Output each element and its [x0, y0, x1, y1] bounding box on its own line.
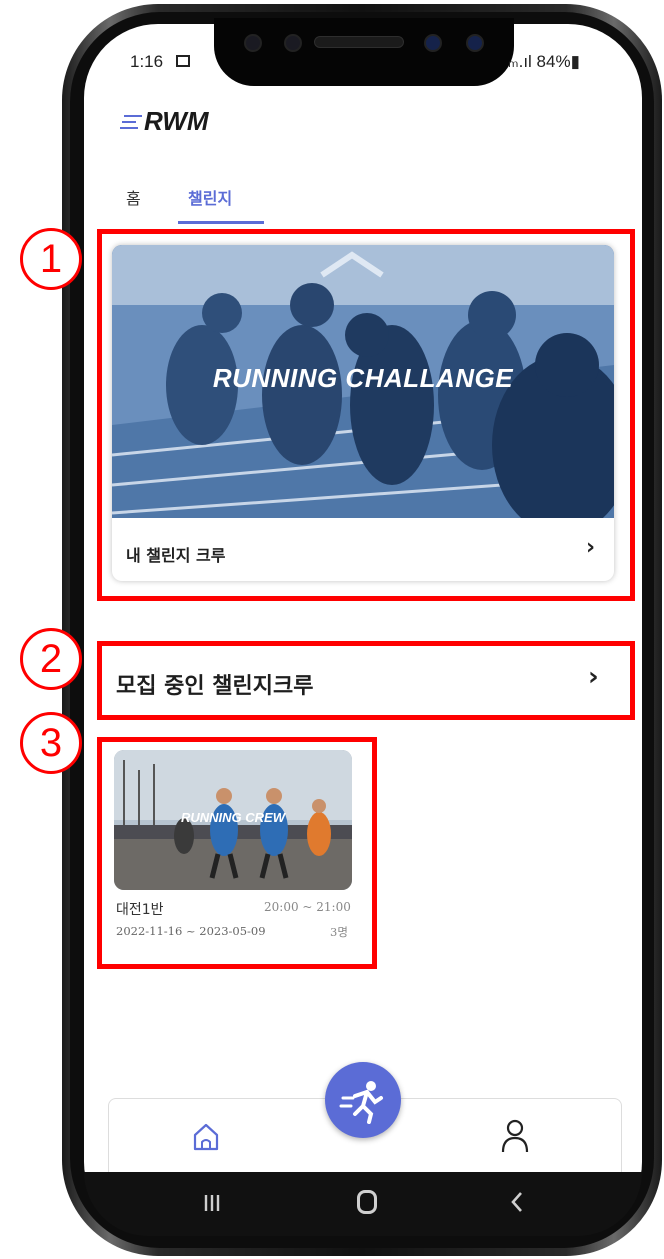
tab-challenge[interactable]: 챌린지	[188, 185, 232, 209]
annotation-number-1: 1	[20, 228, 82, 290]
start-run-button[interactable]	[325, 1062, 401, 1138]
gallery-notification-icon	[176, 55, 190, 67]
status-signal-battery: ₘ.ıl 84%▮	[508, 52, 580, 71]
system-home-icon[interactable]	[357, 1190, 377, 1214]
annotation-box-1	[97, 229, 635, 601]
phone-screen	[84, 24, 642, 1236]
sensor-icon	[424, 34, 442, 52]
logo-speed-lines-icon	[118, 111, 142, 133]
recent-apps-icon[interactable]	[204, 1194, 220, 1212]
annotation-number-2: 2	[20, 628, 82, 690]
annotation-box-3	[97, 737, 377, 969]
logo-text: RWM	[144, 106, 209, 136]
camera-icon	[244, 34, 262, 52]
speaker-grille	[314, 36, 404, 48]
annotation-box-2	[97, 641, 635, 720]
tab-home[interactable]: 홈	[126, 185, 141, 209]
profile-icon[interactable]	[500, 1118, 530, 1154]
app-logo[interactable]: RWM	[118, 106, 209, 137]
phone-mockup: 1:16 ₘ.ıl 84%▮ RWM 홈 챌린지 RUNNING CHALLAN…	[0, 0, 664, 1259]
status-time: 1:16	[130, 52, 164, 71]
back-icon[interactable]	[508, 1190, 526, 1214]
annotation-number-3: 3	[20, 712, 82, 774]
sensor-icon	[466, 34, 484, 52]
home-icon[interactable]	[193, 1122, 219, 1152]
active-tab-indicator	[178, 221, 264, 224]
camera-icon	[284, 34, 302, 52]
phone-notch	[214, 18, 514, 86]
runner-icon	[339, 1081, 383, 1124]
